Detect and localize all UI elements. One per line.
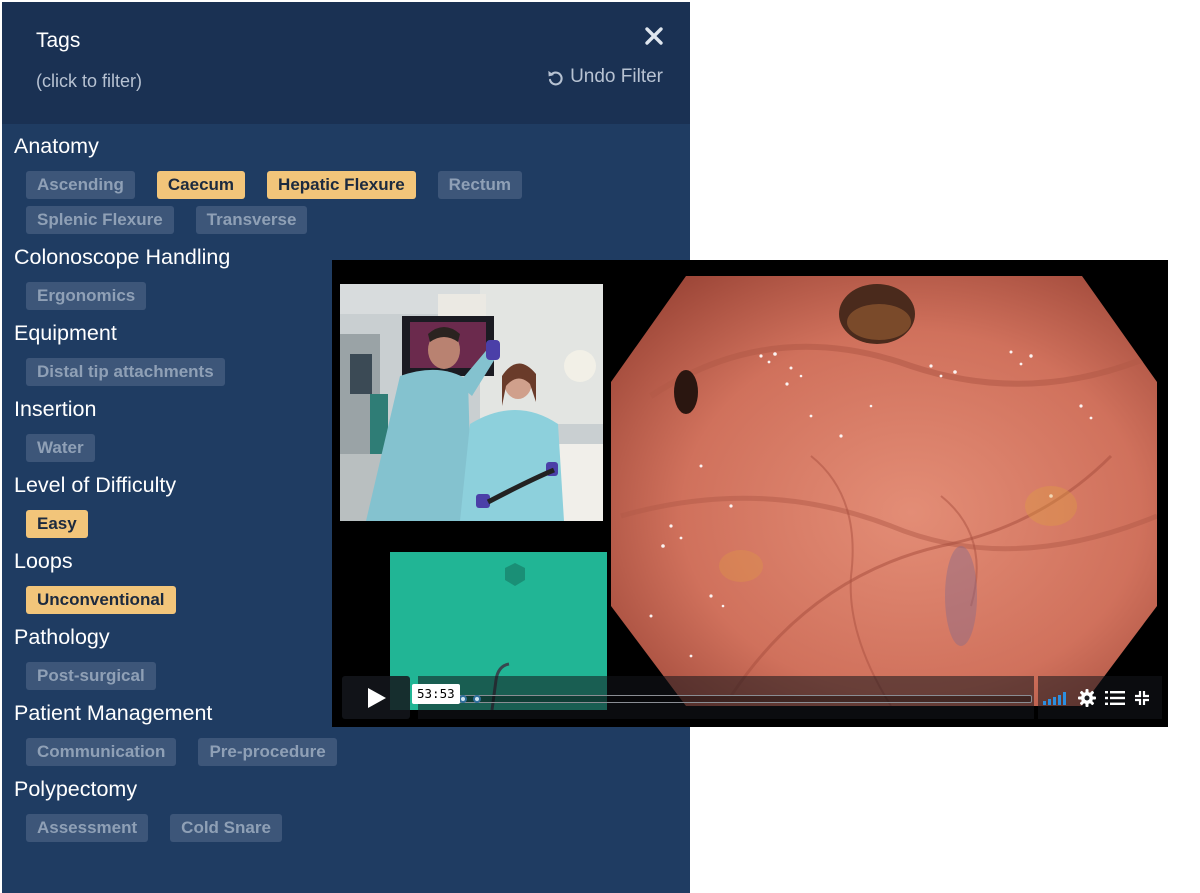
panel-title: Tags <box>36 29 81 52</box>
chapters-button[interactable] <box>1105 690 1125 706</box>
play-button[interactable] <box>342 676 410 719</box>
undo-icon <box>548 70 563 85</box>
tag-chip[interactable]: Water <box>26 434 95 462</box>
tag-chip[interactable]: Ergonomics <box>26 282 147 310</box>
tag-list: Ascending Caecum Hepatic Flexure Rectum Sple… <box>14 171 684 234</box>
camera-scene-image <box>340 284 603 521</box>
close-icon <box>645 27 663 45</box>
tag-chip[interactable]: Hepatic Flexure <box>267 171 416 199</box>
endoscopy-view <box>611 276 1157 706</box>
chapter-marker[interactable] <box>459 695 467 703</box>
volume-button[interactable] <box>1043 691 1069 705</box>
fullscreen-icon <box>1135 690 1149 705</box>
play-icon <box>368 688 386 708</box>
video-player[interactable]: 53:53 <box>332 260 1168 727</box>
tag-group-title: Polypectomy <box>14 777 138 801</box>
tag-chip[interactable]: Pre-procedure <box>198 738 337 766</box>
undo-filter-label: Undo Filter <box>570 66 663 87</box>
volume-icon <box>1043 691 1066 705</box>
tag-list: Communication Pre-procedure <box>14 738 684 766</box>
player-controls: 53:53 <box>332 676 1168 727</box>
tag-chip[interactable]: Assessment <box>26 814 149 842</box>
tag-chip[interactable]: Easy <box>26 510 88 538</box>
tag-chip[interactable]: Cold Snare <box>170 814 282 842</box>
time-display: 53:53 <box>412 684 460 704</box>
settings-button[interactable] <box>1078 688 1096 707</box>
chapter-marker[interactable] <box>473 695 481 703</box>
panel-header: Tags (click to filter) Undo Filter <box>2 2 690 124</box>
progress-track[interactable] <box>432 695 1032 703</box>
tag-chip[interactable]: Communication <box>26 738 177 766</box>
close-button[interactable] <box>642 24 666 48</box>
tag-chip[interactable]: Unconventional <box>26 586 176 614</box>
tag-chip[interactable]: Splenic Flexure <box>26 206 174 234</box>
list-icon <box>1105 690 1125 705</box>
tag-chip[interactable]: Distal tip attachments <box>26 358 225 386</box>
undo-filter-button[interactable]: Undo Filter <box>546 66 663 88</box>
tag-chip[interactable]: Rectum <box>437 171 523 199</box>
tag-list: Assessment Cold Snare <box>14 814 684 842</box>
player-right-controls <box>1038 676 1162 719</box>
tag-chip[interactable]: Caecum <box>156 171 246 199</box>
fullscreen-button[interactable] <box>1134 690 1150 706</box>
tag-chip[interactable]: Ascending <box>26 171 135 199</box>
panel-subtitle: (click to filter) <box>36 71 143 91</box>
camera-view <box>340 284 603 521</box>
gear-icon <box>1078 688 1096 707</box>
endoscopy-image <box>611 276 1157 706</box>
tag-chip[interactable]: Post-surgical <box>26 662 156 690</box>
tag-chip[interactable]: Transverse <box>195 206 308 234</box>
progress-bar[interactable] <box>418 676 1034 719</box>
tag-group-title: Anatomy <box>14 134 99 158</box>
